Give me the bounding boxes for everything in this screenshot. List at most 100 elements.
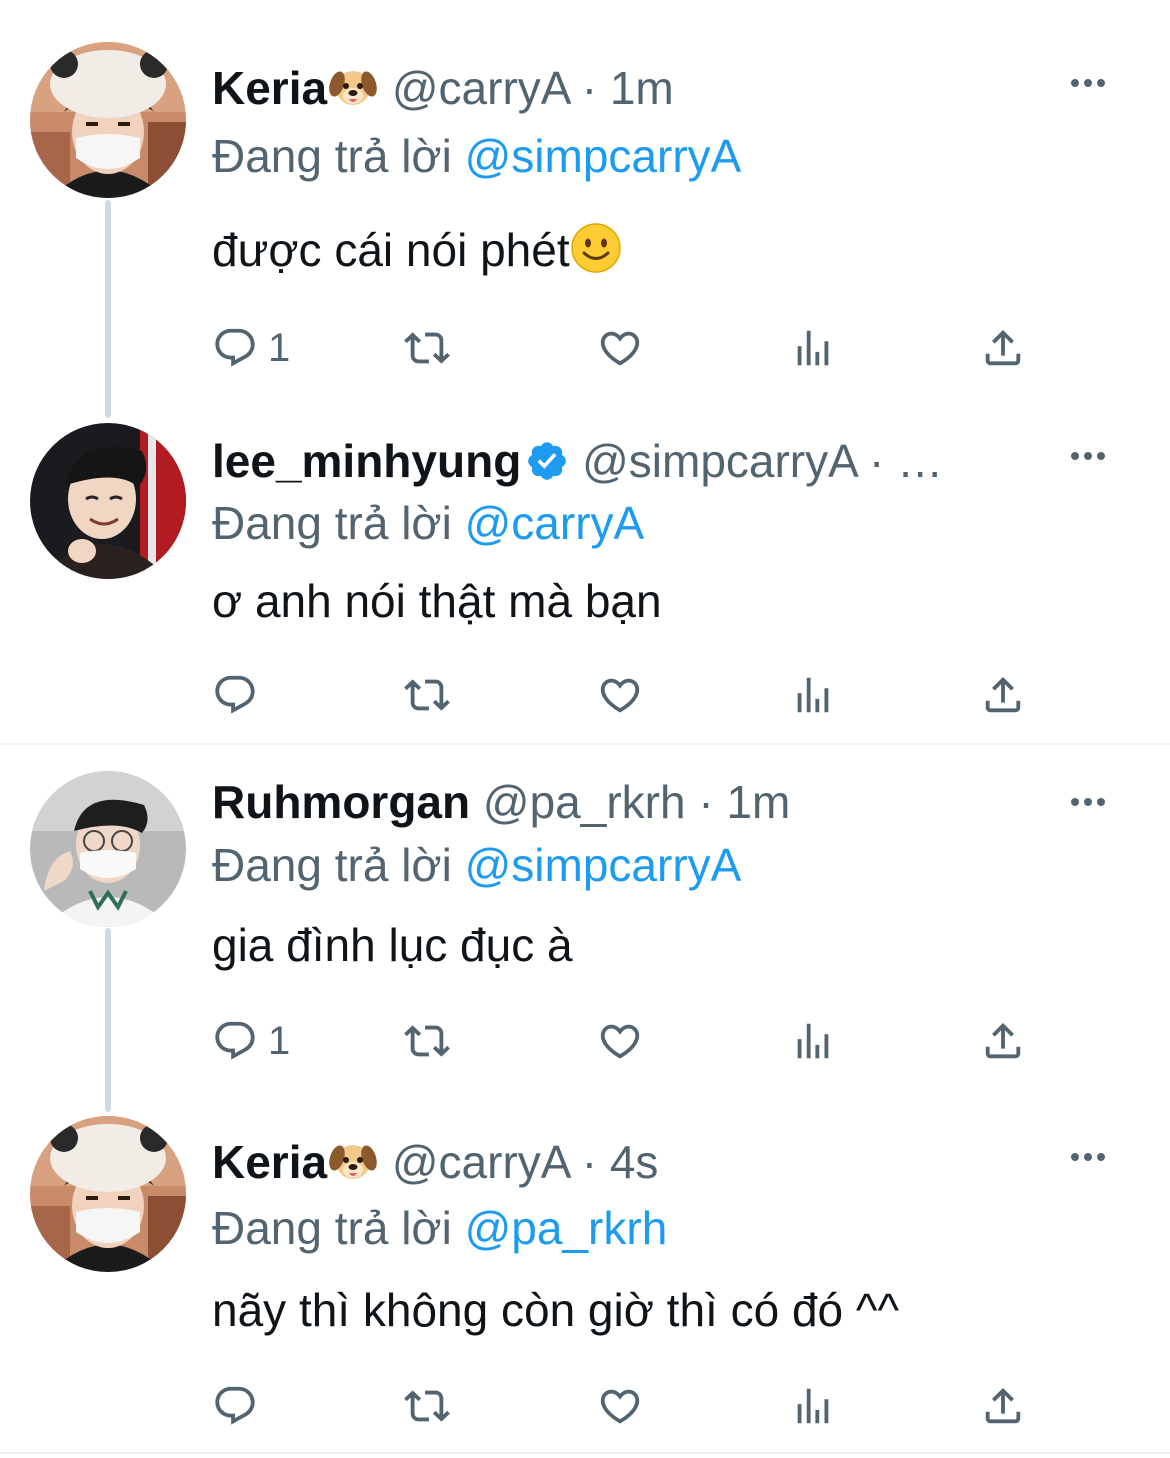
replying-to: Đang trả lời @simpcarryA [212,126,741,186]
mention-link[interactable]: @simpcarryA [465,130,742,182]
tweet[interactable]: Keria @carryA · 4s Đang trả lời @pa_rkrh… [0,1100,1170,1452]
tweet-header: Keria @carryA · 1m [212,58,1060,118]
retweet-icon [404,672,450,718]
display-name[interactable]: Keria [212,62,327,114]
ruhmorgan-avatar [30,771,186,927]
timestamp[interactable]: 1m [610,62,674,114]
display-name[interactable]: lee_minhyung [212,435,521,487]
user-handle[interactable]: @pa_rkrh [483,776,686,828]
views-icon [790,672,836,718]
display-name[interactable]: Keria [212,1136,327,1188]
verified-badge-icon [525,439,569,483]
dog-face-emoji-icon [327,60,379,112]
more-options-icon[interactable] [1068,441,1108,471]
tweet-text: gia đình lục đục à [212,919,573,971]
replying-to-label: Đang trả lời [212,130,465,182]
views-icon [790,1018,836,1064]
tweet[interactable]: Keria @carryA · 1m Đang trả lời @simpcar… [0,0,1170,405]
tweet-header: Keria @carryA · 4s [212,1132,1060,1192]
tweet-text: ơ anh nói thật mà bạn [212,575,662,627]
reply-button[interactable]: 1 [212,1017,290,1065]
avatar[interactable] [30,42,186,198]
views-icon [790,325,836,371]
more-options-icon[interactable] [1068,1142,1108,1172]
share-button[interactable] [980,324,1026,372]
share-button[interactable] [980,671,1026,719]
like-button[interactable] [597,324,643,372]
tweet-actions: 1 [212,324,1062,372]
share-icon [980,1018,1026,1064]
more-options-icon[interactable] [1068,787,1108,817]
reply-button[interactable] [212,1382,268,1430]
reply-button[interactable]: 1 [212,324,290,372]
slightly-smiling-face-emoji-icon [570,222,622,274]
avatar[interactable] [30,1116,186,1272]
keria-avatar [30,1116,186,1272]
views-button[interactable] [790,671,836,719]
reply-icon [212,325,258,371]
retweet-button[interactable] [404,1382,450,1430]
bottom-divider [0,1452,1170,1454]
avatar[interactable] [30,423,186,579]
retweet-button[interactable] [404,671,450,719]
replying-to-label: Đang trả lời [212,1202,465,1254]
tweet-text: được cái nói phét [212,220,622,280]
user-handle[interactable]: @carryA [392,1136,569,1188]
reply-count: 1 [268,325,291,370]
user-handle[interactable]: @simpcarryA [582,435,856,487]
dog-face-emoji-icon [327,1134,379,1186]
heart-icon [597,1018,643,1064]
tweet-header: Ruhmorgan @pa_rkrh · 1m [212,772,1060,832]
separator: · … [856,435,944,487]
timestamp[interactable]: 4s [610,1136,659,1188]
separator: · [568,1136,610,1188]
replying-to: Đang trả lời @pa_rkrh [212,1198,667,1258]
reply-button[interactable] [212,671,268,719]
reply-icon [212,1018,258,1064]
keria-avatar [30,42,186,198]
retweet-icon [404,1383,450,1429]
retweet-icon [404,1018,450,1064]
mention-link[interactable]: @simpcarryA [465,839,742,891]
tweet-actions [212,1382,1062,1430]
tweet-header: lee_minhyung @simpcarryA · … [212,431,1060,491]
heart-icon [597,325,643,371]
views-button[interactable] [790,1382,836,1430]
more-options-icon[interactable] [1068,68,1108,98]
tweet[interactable]: lee_minhyung @simpcarryA · … Đang trả lờ… [0,405,1170,743]
views-button[interactable] [790,1017,836,1065]
timestamp[interactable]: 1m [726,776,790,828]
retweet-icon [404,325,450,371]
replying-to-label: Đang trả lời [212,839,465,891]
tweet-text: nãy thì không còn giờ thì có đó ^^ [212,1284,900,1336]
share-icon [980,1383,1026,1429]
user-handle[interactable]: @carryA [392,62,569,114]
views-icon [790,1383,836,1429]
like-button[interactable] [597,1017,643,1065]
reply-icon [212,1383,258,1429]
share-button[interactable] [980,1382,1026,1430]
like-button[interactable] [597,671,643,719]
mention-link[interactable]: @pa_rkrh [465,1202,668,1254]
mention-link[interactable]: @carryA [465,497,645,549]
heart-icon [597,1383,643,1429]
like-button[interactable] [597,1382,643,1430]
separator: · [685,776,727,828]
tweet-text-content: được cái nói phét [212,224,570,276]
share-icon [980,672,1026,718]
tweet-actions: 1 [212,1017,1062,1065]
replying-to: Đang trả lời @simpcarryA [212,835,741,895]
replying-to-label: Đang trả lời [212,497,465,549]
share-button[interactable] [980,1017,1026,1065]
reply-icon [212,672,258,718]
separator: · [568,62,610,114]
minhyung-avatar [30,423,186,579]
avatar[interactable] [30,771,186,927]
tweet-actions [212,671,1062,719]
tweet[interactable]: Ruhmorgan @pa_rkrh · 1m Đang trả lời @si… [0,745,1170,1100]
retweet-button[interactable] [404,324,450,372]
retweet-button[interactable] [404,1017,450,1065]
display-name[interactable]: Ruhmorgan [212,776,470,828]
views-button[interactable] [790,324,836,372]
replying-to: Đang trả lời @carryA [212,493,644,553]
